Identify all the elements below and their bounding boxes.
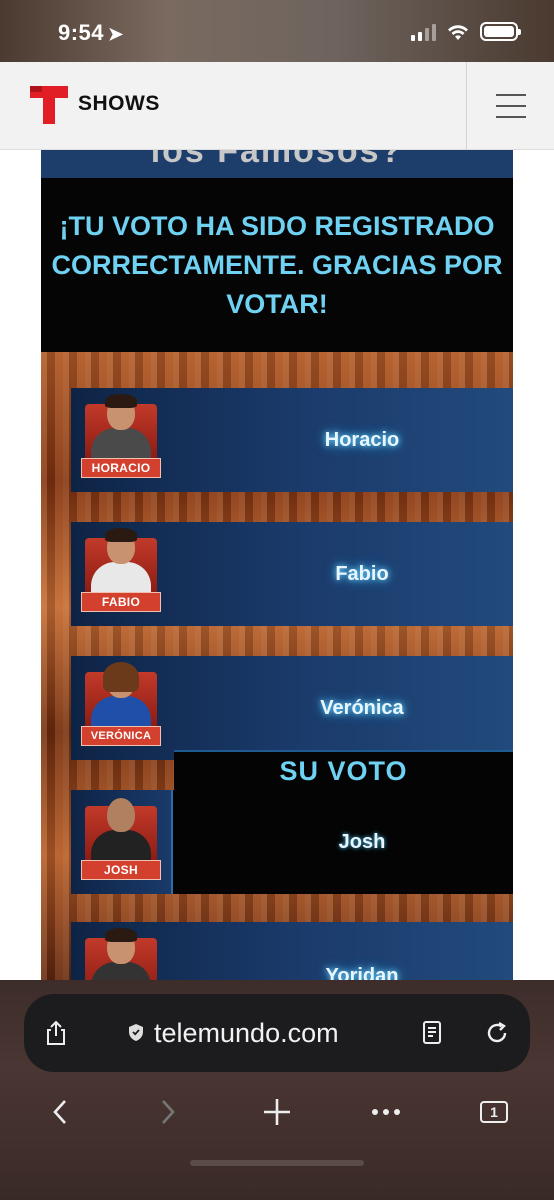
site-header: SHOWS xyxy=(0,62,554,150)
poll-title-fragment: los Famosos? xyxy=(41,150,513,178)
location-arrow-icon: ➤ xyxy=(108,24,124,44)
candidate-card-veronica[interactable]: VERÓNICA Verónica xyxy=(71,656,513,760)
su-voto-label: SU VOTO xyxy=(174,750,513,790)
candidate-tag: HORACIO xyxy=(81,458,161,478)
candidate-photo: VERÓNICA xyxy=(81,662,161,756)
share-icon[interactable] xyxy=(44,1020,68,1046)
candidate-card-fabio[interactable]: FABIO Fabio xyxy=(71,522,513,626)
browser-toolbar: telemundo.com 1 xyxy=(0,980,554,1200)
vote-confirmation-banner: ¡TU VOTO HA SIDO REGISTRADO CORRECTAMENT… xyxy=(41,178,513,352)
hamburger-line xyxy=(495,105,526,107)
shield-icon xyxy=(129,1024,143,1041)
telemundo-shows-logo[interactable]: SHOWS xyxy=(28,82,160,126)
vote-content: los Famosos? ¡TU VOTO HA SIDO REGISTRADO… xyxy=(41,150,513,980)
cellular-signal-icon xyxy=(411,23,436,41)
candidate-card-yoridan[interactable]: Yoridan xyxy=(71,922,513,980)
forward-button[interactable] xyxy=(148,1092,188,1132)
telemundo-t-icon xyxy=(30,86,68,124)
more-menu-button[interactable] xyxy=(366,1092,406,1132)
candidate-photo: HORACIO xyxy=(81,394,161,488)
home-indicator xyxy=(190,1160,364,1166)
status-bar: 9:54 ➤ xyxy=(0,0,554,62)
status-icons xyxy=(411,22,521,41)
candidate-tag: FABIO xyxy=(81,592,161,612)
new-tab-button[interactable] xyxy=(257,1092,297,1132)
tab-count: 1 xyxy=(480,1101,508,1123)
candidate-name: Verónica xyxy=(320,696,404,719)
chevron-left-icon xyxy=(53,1100,66,1124)
battery-icon xyxy=(480,22,521,41)
vote-confirmation-text: ¡TU VOTO HA SIDO REGISTRADO CORRECTAMENT… xyxy=(51,210,503,319)
browser-nav-row: 1 xyxy=(0,1092,554,1152)
chevron-right-icon xyxy=(162,1100,175,1124)
candidate-name: Josh xyxy=(338,830,386,853)
candidate-tag: VERÓNICA xyxy=(81,726,161,746)
candidate-name: Horacio xyxy=(324,428,400,451)
logo-text: SHOWS xyxy=(78,92,160,115)
status-time: 9:54 ➤ xyxy=(58,20,124,46)
candidate-card-josh-selected[interactable]: JOSH Josh xyxy=(71,790,513,894)
url-text: telemundo.com xyxy=(154,1018,339,1048)
candidate-photo xyxy=(81,928,161,980)
back-button[interactable] xyxy=(40,1092,80,1132)
candidate-tag: JOSH xyxy=(81,860,161,880)
candidate-photo: JOSH xyxy=(81,798,161,890)
hamburger-line xyxy=(495,94,526,96)
candidate-card-horacio[interactable]: HORACIO Horacio xyxy=(71,388,513,492)
tabs-button[interactable]: 1 xyxy=(474,1092,514,1132)
candidate-photo: FABIO xyxy=(81,528,161,622)
plus-icon xyxy=(264,1099,290,1125)
reader-mode-icon[interactable] xyxy=(422,1020,444,1046)
wifi-icon xyxy=(448,24,468,40)
more-dots-icon xyxy=(372,1109,400,1115)
clock: 9:54 xyxy=(58,20,105,45)
hamburger-menu-button[interactable] xyxy=(466,62,554,150)
reload-icon[interactable] xyxy=(484,1020,510,1046)
address-bar[interactable]: telemundo.com xyxy=(24,994,530,1072)
hamburger-line xyxy=(495,116,526,118)
candidate-name: Fabio xyxy=(335,562,389,585)
candidate-name: Yoridan xyxy=(325,965,399,980)
